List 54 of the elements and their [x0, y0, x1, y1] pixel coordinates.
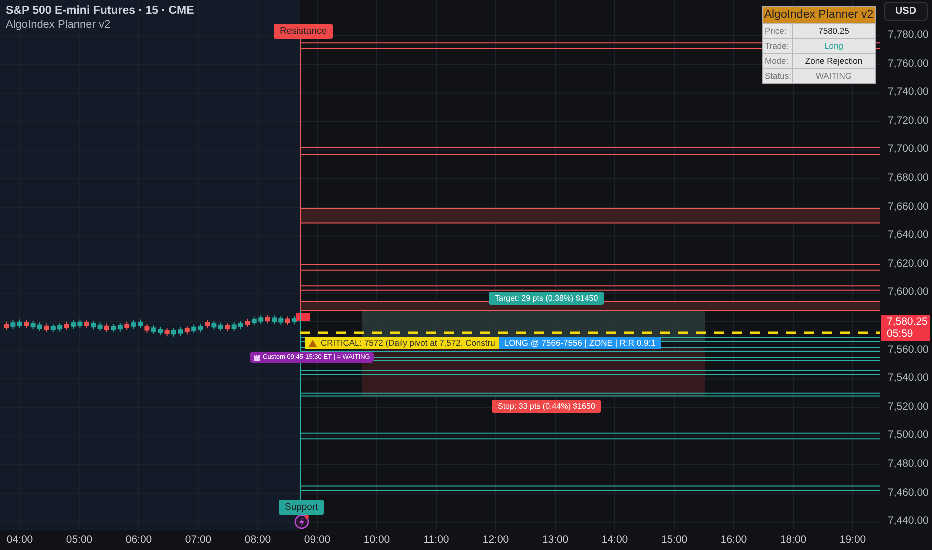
price-label: 7,480.00	[888, 458, 929, 470]
panel-label: Trade:	[763, 39, 793, 53]
price-label: 7,700.00	[888, 143, 929, 156]
price-label: 7,560.00	[888, 344, 929, 356]
target-label: Target: 29 pts (0.38%) $1450	[489, 292, 604, 305]
time-label: 14:00	[600, 534, 630, 546]
entry-label: LONG @ 7566-7556 | ZONE | R:R 0.9:1	[499, 337, 661, 349]
time-label: 09:00	[303, 534, 332, 546]
time-label: 18:00	[779, 534, 808, 546]
price-label: 7,780.00	[888, 29, 929, 41]
currency-button[interactable]: USD	[884, 2, 928, 21]
time-label: 07:00	[184, 534, 213, 546]
price-label: 7,740.00	[888, 86, 929, 98]
panel-value: 7580.25	[818, 25, 850, 38]
panel-label: Mode:	[763, 54, 793, 68]
price-label: 7,640.00	[888, 229, 929, 242]
current-price: 7,580.25	[887, 316, 929, 328]
indicator-name: AlgoIndex Planner v2	[6, 19, 112, 31]
warning-icon	[309, 340, 317, 346]
price-label: 7,760.00	[888, 58, 929, 70]
time-label: 19:00	[838, 534, 868, 546]
time-label: 04:00	[6, 534, 34, 546]
price-label: 7,680.00	[888, 172, 929, 184]
price-label: 7,620.00	[888, 258, 929, 270]
time-label: 05:00	[65, 534, 94, 546]
support-label: Support	[279, 500, 324, 515]
panel-title: AlgoIndex Planner v2	[763, 7, 875, 23]
time-label: 06:00	[124, 534, 154, 546]
price-label: 7,500.00	[888, 429, 929, 442]
panel-label: Price:	[763, 24, 793, 38]
price-label: 7,460.00	[888, 486, 929, 499]
castle-icon	[254, 354, 260, 360]
panel-label: Status:	[763, 69, 793, 83]
time-label: 10:00	[362, 534, 392, 546]
time-label: 08:00	[244, 534, 272, 546]
time-label: 11:00	[422, 534, 450, 546]
price-label: 7,520.00	[888, 400, 929, 413]
price-label: 7,440.00	[888, 515, 929, 528]
time-label: 12:00	[482, 534, 510, 546]
time-label: 16:00	[720, 534, 748, 546]
panel-value: Zone Rejection	[804, 55, 864, 68]
bar-countdown: 05:59	[887, 328, 914, 340]
panel-value: Long	[824, 40, 844, 53]
panel-value: WAITING	[814, 70, 854, 83]
time-label: 13:00	[541, 534, 570, 546]
price-label: 7,600.00	[888, 286, 929, 298]
price-label: 7,540.00	[888, 372, 929, 384]
price-label: 7,720.00	[888, 114, 929, 127]
symbol-title: S&P 500 E-mini Futures · 15 · CME	[6, 5, 194, 17]
price-label: 7,660.00	[888, 200, 929, 213]
stop-label: Stop: 33 pts (0.44%) $1650	[492, 400, 602, 413]
time-label: 15:00	[660, 534, 689, 546]
resistance-label: Resistance	[274, 24, 333, 39]
critical-text: CRITICAL: 7572 (Daily pivot at 7,572. Constru	[321, 338, 496, 348]
